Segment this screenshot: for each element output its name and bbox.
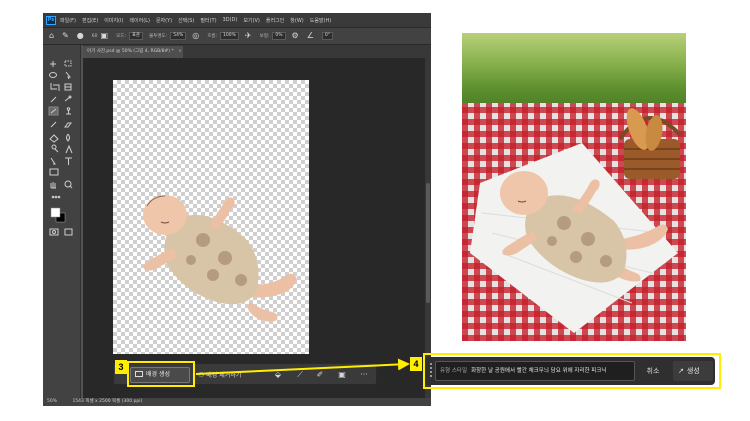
menu-edit[interactable]: 편집(E) (82, 17, 98, 24)
menu-view[interactable]: 보기(V) (243, 17, 260, 24)
remove-background-icon: ⚇ (198, 371, 205, 379)
marquee-tool-icon[interactable] (64, 60, 72, 67)
document-canvas[interactable] (113, 80, 309, 354)
mode-select[interactable]: 표준 (128, 32, 144, 40)
screen-mode-icon[interactable] (64, 228, 73, 236)
brush-preset-icon[interactable]: ● (77, 32, 84, 40)
generated-result-photo (462, 33, 686, 341)
lasso-tool-icon[interactable] (49, 72, 57, 78)
history-brush-tool-icon[interactable] (50, 121, 57, 128)
airbrush-icon[interactable]: ✈ (245, 32, 252, 40)
crop-tool-icon[interactable] (50, 83, 60, 91)
mask-icon[interactable]: ▣ (336, 367, 348, 383)
pressure-opacity-icon[interactable]: ◎ (192, 32, 199, 40)
smoothing-options-gear-icon[interactable]: ⚙ (292, 32, 299, 40)
menu-type[interactable]: 문자(Y) (156, 17, 172, 24)
cutout-baby-image (143, 195, 297, 322)
more-options-icon[interactable]: ··· (358, 367, 370, 383)
flow-field[interactable]: 100% (220, 32, 239, 40)
remove-background-label: 배경 제거하기 (206, 372, 242, 379)
document-tabs: 아기 사진.psd @ 50% (그림 4, RGB/8#) * × (83, 45, 431, 58)
brush-adjust-icon[interactable]: ⟋ (294, 367, 306, 383)
flow-label: 흐름: (207, 34, 218, 39)
document-info: 1543 픽셀 x 2500 픽셀 (300 ppi) (72, 399, 143, 404)
close-tab-icon[interactable]: × (178, 49, 182, 54)
menu-help[interactable]: 도움말(H) (310, 17, 331, 24)
quick-mask-icon[interactable] (49, 228, 59, 236)
object-select-tool-icon[interactable] (65, 71, 72, 80)
eraser-tool-icon[interactable] (64, 122, 72, 128)
highlight-generate-background (127, 361, 195, 387)
menu-filter[interactable]: 필터(T) (200, 17, 216, 24)
menu-bar: Ps 파일(F) 편집(E) 이미지(I) 레이어(L) 문자(Y) 선택(S)… (43, 13, 431, 27)
clone-stamp-tool-icon[interactable] (66, 107, 71, 115)
brush-tool-icon[interactable]: ✎ (62, 32, 69, 40)
tools-panel (43, 45, 81, 398)
zoom-level[interactable]: 50% (47, 399, 57, 404)
picnic-basket (618, 108, 682, 179)
paint-bucket-tool-icon[interactable] (49, 134, 59, 143)
photoshop-logo-icon: Ps (46, 15, 56, 25)
rectangle-tool-icon[interactable] (49, 168, 59, 176)
hand-tool-icon[interactable] (50, 182, 56, 189)
frame-tool-icon[interactable] (64, 83, 72, 91)
menu-layer[interactable]: 레이어(L) (129, 17, 150, 24)
menu-window[interactable]: 창(W) (290, 17, 303, 24)
highlight-prompt-bar (423, 353, 721, 389)
pen-tool-icon[interactable] (65, 144, 73, 154)
smoothing-label: 보정: (259, 34, 270, 39)
remove-background-button[interactable]: ⚇ 배경 제거하기 (198, 367, 266, 383)
brush-settings-icon[interactable]: ▣ (101, 32, 109, 40)
menu-plugins[interactable]: 플러그인 (266, 17, 284, 24)
picnic-scene (470, 108, 682, 333)
fill-icon[interactable]: ⬙ (272, 367, 284, 383)
menu-image[interactable]: 이미지(I) (104, 17, 123, 24)
tools-grid (48, 60, 73, 236)
eyedropper-tool-icon[interactable] (50, 96, 57, 103)
menu-select[interactable]: 선택(S) (178, 17, 194, 24)
step-badge-4: 4 (410, 357, 422, 371)
type-tool-icon[interactable] (65, 157, 72, 165)
document-tab-title: 아기 사진.psd @ 50% (그림 4, RGB/8#) * (87, 49, 174, 54)
pen-adjust-icon[interactable]: ✐ (314, 367, 326, 383)
move-tool-icon[interactable] (50, 61, 56, 67)
path-select-tool-icon[interactable] (50, 157, 56, 165)
healing-brush-tool-icon[interactable] (64, 95, 72, 102)
blur-tool-icon[interactable] (66, 133, 70, 142)
options-bar: ⌂ ✎ ● 60 ▣ 모드: 표준 불투명도: 54% ◎ 흐름: 100% ✈… (43, 27, 431, 45)
scrollbar-thumb[interactable] (426, 183, 430, 303)
smoothing-field[interactable]: 0% (272, 32, 286, 40)
opacity-label: 불투명도: (149, 34, 168, 39)
dodge-tool-icon[interactable] (51, 144, 59, 153)
edit-toolbar-icon[interactable] (51, 195, 61, 199)
step-badge-3: 3 (115, 360, 127, 374)
angle-icon: ∠ (306, 31, 314, 40)
home-icon[interactable]: ⌂ (49, 32, 54, 40)
mode-label: 모드: (116, 34, 126, 39)
status-bar: 50% 1543 픽셀 x 2500 픽셀 (300 ppi) (43, 398, 431, 406)
zoom-tool-icon[interactable] (64, 180, 73, 189)
opacity-field[interactable]: 54% (170, 32, 187, 40)
color-swatches[interactable] (50, 207, 66, 223)
menu-3d[interactable]: 3D(D) (223, 17, 238, 23)
menu-file[interactable]: 파일(F) (60, 17, 76, 24)
document-tab[interactable]: 아기 사진.psd @ 50% (그림 4, RGB/8#) * × (83, 46, 183, 58)
brush-size[interactable]: 60 (92, 34, 98, 39)
brush-tool-icon[interactable] (48, 106, 59, 116)
angle-field[interactable]: 0° (321, 32, 333, 40)
